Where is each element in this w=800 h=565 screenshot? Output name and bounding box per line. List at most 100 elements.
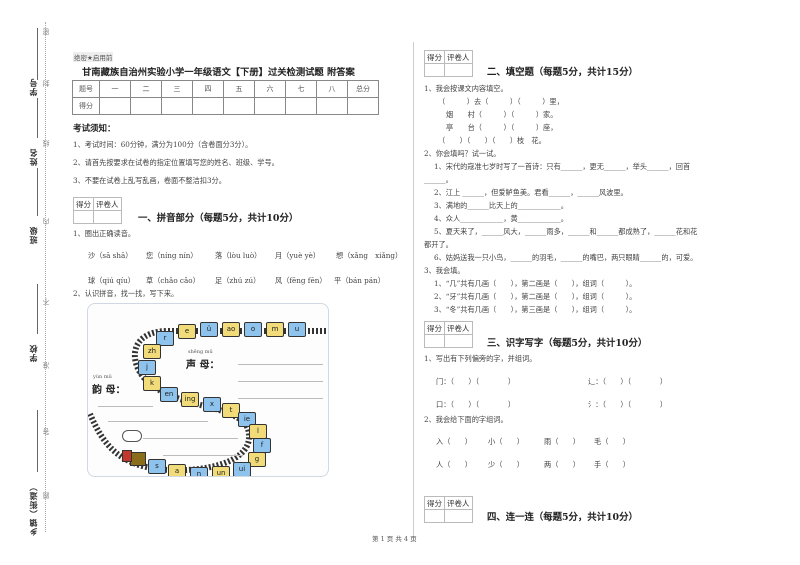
stroke-question[interactable]: 1、“几”共有几画（ ），第二画是（ ），组词（ ）。 [434, 279, 636, 289]
grader-name-cell[interactable] [444, 509, 473, 523]
fill-line[interactable]: 2、江上 ______，但爱鲈鱼美。君看______，______风波里。 [434, 188, 628, 198]
fill-line[interactable]: 1、宋代的寇准七岁时写了一首诗：只有______，更无______，举头____… [434, 162, 690, 172]
grader-name-cell[interactable] [93, 210, 122, 224]
grader-score-cell[interactable] [424, 334, 445, 348]
fill-line: 都开了。 [424, 240, 453, 249]
score-input-cell[interactable] [285, 97, 317, 115]
grader-box-3: 得分 评卷人 [424, 321, 473, 348]
section2-q3: 3、我会填。 [424, 266, 465, 275]
grader-box-1: 得分 评卷人 [73, 197, 122, 224]
fill-line[interactable]: 4、众人____________，黄____________。 [434, 214, 568, 224]
section1-q1: 1、圈出正确读音。 [73, 229, 136, 238]
pinyin-option[interactable]: 球（qiú qíu） [88, 276, 135, 286]
score-input-cell[interactable] [130, 97, 162, 115]
seal-char: 准 [42, 362, 50, 369]
word-item[interactable]: 雨（ ） [544, 437, 580, 447]
pinyin-option[interactable]: 月（yuè yè） [275, 251, 320, 261]
score-table-cell: 二 [130, 80, 162, 98]
section2-q2: 2、你会填吗？试一试。 [424, 149, 501, 158]
grader-score-cell[interactable] [424, 63, 445, 77]
shengmu-label: 声 母： [186, 360, 220, 371]
score-table-cell: 五 [223, 80, 255, 98]
school-line [37, 284, 38, 334]
answer-line[interactable] [143, 438, 238, 439]
word-item[interactable]: 少（ ） [488, 460, 524, 470]
score-input-cell[interactable] [254, 97, 286, 115]
word-item[interactable]: 入（ ） [436, 437, 472, 447]
train-car: m [266, 322, 284, 337]
train-car: f [253, 438, 271, 453]
student-id-label: 学号 [28, 78, 38, 96]
score-input-cell[interactable] [316, 97, 348, 115]
score-input-cell[interactable] [347, 97, 379, 115]
section3-title: 三、识字写字（每题5分，共计10分） [487, 338, 648, 349]
fill-line[interactable]: ______。 [424, 175, 453, 185]
pinyin-option[interactable]: 风（fēng fēn） [275, 276, 327, 286]
pinyin-option[interactable]: 沙（sā shā） [88, 251, 132, 261]
section3-q2: 2、我会给下面的字组词。 [424, 415, 508, 424]
answer-line[interactable] [238, 381, 323, 382]
answer-line[interactable] [98, 406, 153, 407]
pinyin-option[interactable]: 草（chǎo cǎo） [146, 276, 200, 286]
score-table-cell: 六 [254, 80, 286, 98]
train-car: n [190, 467, 208, 476]
word-item[interactable]: 毛（ ） [594, 437, 630, 447]
pinyin-option[interactable]: 您（níng nín） [146, 251, 198, 261]
score-table-cell: 八 [316, 80, 348, 98]
pinyin-option[interactable]: 想（xǎng xiǎng） [336, 251, 402, 261]
page-title: 甘南藏族自治州实验小学一年级语文【下册】过关检测试题 附答案 [82, 67, 355, 78]
pinyin-option[interactable]: 足（zhú zú） [215, 276, 260, 286]
score-table-cell: 三 [161, 80, 193, 98]
pinyin-train-illustration: shēng mǔ 声 母： yùn mǔ 韵 母： u m o ao ü e r… [87, 303, 329, 477]
fill-line[interactable]: 6、姑妈送我一只小鸟，______的羽毛，______的嘴巴，两只眼睛_____… [434, 253, 697, 263]
grader-score-cell[interactable] [424, 509, 445, 523]
score-input-cell[interactable] [161, 97, 193, 115]
seal-char: 内 [42, 218, 50, 225]
train-car: x [203, 397, 221, 412]
answer-line[interactable] [108, 421, 208, 422]
train-car: e [178, 324, 196, 339]
train-car: o [244, 322, 262, 337]
word-item[interactable]: 两（ ） [544, 460, 580, 470]
train-car: k [143, 376, 161, 391]
pinyin-option[interactable]: 平（bán pán） [334, 276, 385, 286]
word-item[interactable]: 小（ ） [488, 437, 524, 447]
grader-name-cell[interactable] [444, 63, 473, 77]
answer-line[interactable] [163, 455, 243, 456]
score-table-cell: 总分 [347, 80, 379, 98]
train-car: ui [233, 462, 251, 476]
radical-row[interactable]: 氵：（ ）（ ） [588, 400, 667, 410]
score-input-cell[interactable] [99, 97, 131, 115]
answer-line[interactable] [238, 398, 323, 399]
grader-box-2: 得分 评卷人 [424, 50, 473, 77]
locomotive-icon [130, 452, 146, 466]
score-table-cell: 四 [192, 80, 224, 98]
column-divider [413, 42, 414, 542]
poem-line[interactable]: （ ）去（ ）（ ）里， [438, 97, 564, 107]
radical-row[interactable]: 门：（ ）（ ） [436, 377, 515, 387]
stroke-question[interactable]: 2、“牙”共有几画（ ），第二画是（ ），组词（ ）。 [434, 292, 636, 302]
grader-name-cell[interactable] [444, 334, 473, 348]
word-item[interactable]: 人（ ） [436, 460, 472, 470]
score-input-cell[interactable] [192, 97, 224, 115]
notice-heading: 考试须知： [73, 124, 116, 134]
grader-score-cell[interactable] [73, 210, 94, 224]
train-car: j [138, 360, 156, 375]
fill-line[interactable]: 3、满地的______比天上的____________。 [434, 201, 568, 211]
fill-line[interactable]: 5、夏天来了，______风大，______雨多，______和______都成… [434, 227, 697, 237]
answer-line[interactable] [238, 364, 323, 365]
grader-score-label: 得分 [73, 197, 94, 211]
pinyin-option[interactable]: 落（lòu luò） [215, 251, 261, 261]
poem-line[interactable]: 烟 村（ ）（ ）家。 [446, 110, 557, 120]
township-line [37, 410, 38, 472]
seal-char: 题 [42, 492, 50, 499]
poem-line[interactable]: （ ）（ ）（ ）枝 花。 [438, 136, 546, 146]
poem-line[interactable]: 亭 台（ ）（ ）座， [446, 123, 557, 133]
name-label: 姓名 [28, 148, 38, 166]
radical-row[interactable]: 辶：（ ）（ ） [588, 377, 667, 387]
score-input-cell[interactable] [223, 97, 255, 115]
stroke-question[interactable]: 3、“冬”共有几画（ ），第三画是（ ），组词（ ）。 [434, 305, 636, 315]
word-item[interactable]: 手（ ） [594, 460, 630, 470]
class-line [37, 168, 38, 216]
radical-row[interactable]: 口：（ ）（ ） [436, 400, 515, 410]
